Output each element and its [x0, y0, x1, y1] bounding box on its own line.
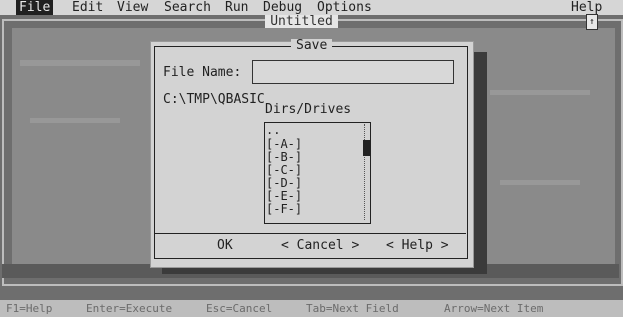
cancel-button[interactable]: < Cancel > — [281, 238, 359, 253]
editor-title: Untitled — [265, 15, 338, 28]
file-name-input[interactable] — [252, 60, 454, 84]
menu-options[interactable]: Options — [317, 0, 372, 15]
list-scrollbar[interactable] — [364, 124, 371, 220]
editor-noise — [490, 90, 590, 95]
status-help: F1=Help — [6, 302, 53, 315]
menu-file[interactable]: File — [16, 0, 54, 15]
status-next-field: Tab=Next Field — [306, 302, 399, 315]
menu-run[interactable]: Run — [225, 0, 248, 15]
menu-bar: File Edit View Search Run Debug Options … — [0, 0, 623, 15]
dialog-divider — [155, 233, 466, 234]
file-name-label: File Name: — [163, 65, 242, 80]
menu-search[interactable]: Search — [164, 0, 211, 15]
dirs-drives-label: Dirs/Drives — [265, 102, 352, 117]
help-button[interactable]: < Help > — [386, 238, 449, 253]
editor-noise — [30, 118, 120, 123]
menu-debug[interactable]: Debug — [263, 0, 302, 15]
menu-help[interactable]: Help — [571, 0, 602, 15]
ok-button[interactable]: OK — [217, 238, 233, 253]
menu-view[interactable]: View — [117, 0, 148, 15]
status-next-item: Arrow=Next Item — [444, 302, 544, 315]
status-execute: Enter=Execute — [86, 302, 173, 315]
editor-noise — [500, 180, 580, 185]
current-path: C:\TMP\QBASIC — [163, 92, 265, 107]
list-item[interactable]: [-F-] — [266, 203, 302, 216]
editor-noise — [20, 60, 140, 66]
menu-edit[interactable]: Edit — [72, 0, 103, 15]
maximize-icon[interactable]: ↑ — [586, 14, 598, 30]
list-item[interactable]: .. — [266, 124, 280, 137]
scrollbar-thumb[interactable] — [363, 140, 370, 156]
dialog-title: Save — [291, 39, 333, 53]
status-cancel: Esc=Cancel — [206, 302, 273, 315]
